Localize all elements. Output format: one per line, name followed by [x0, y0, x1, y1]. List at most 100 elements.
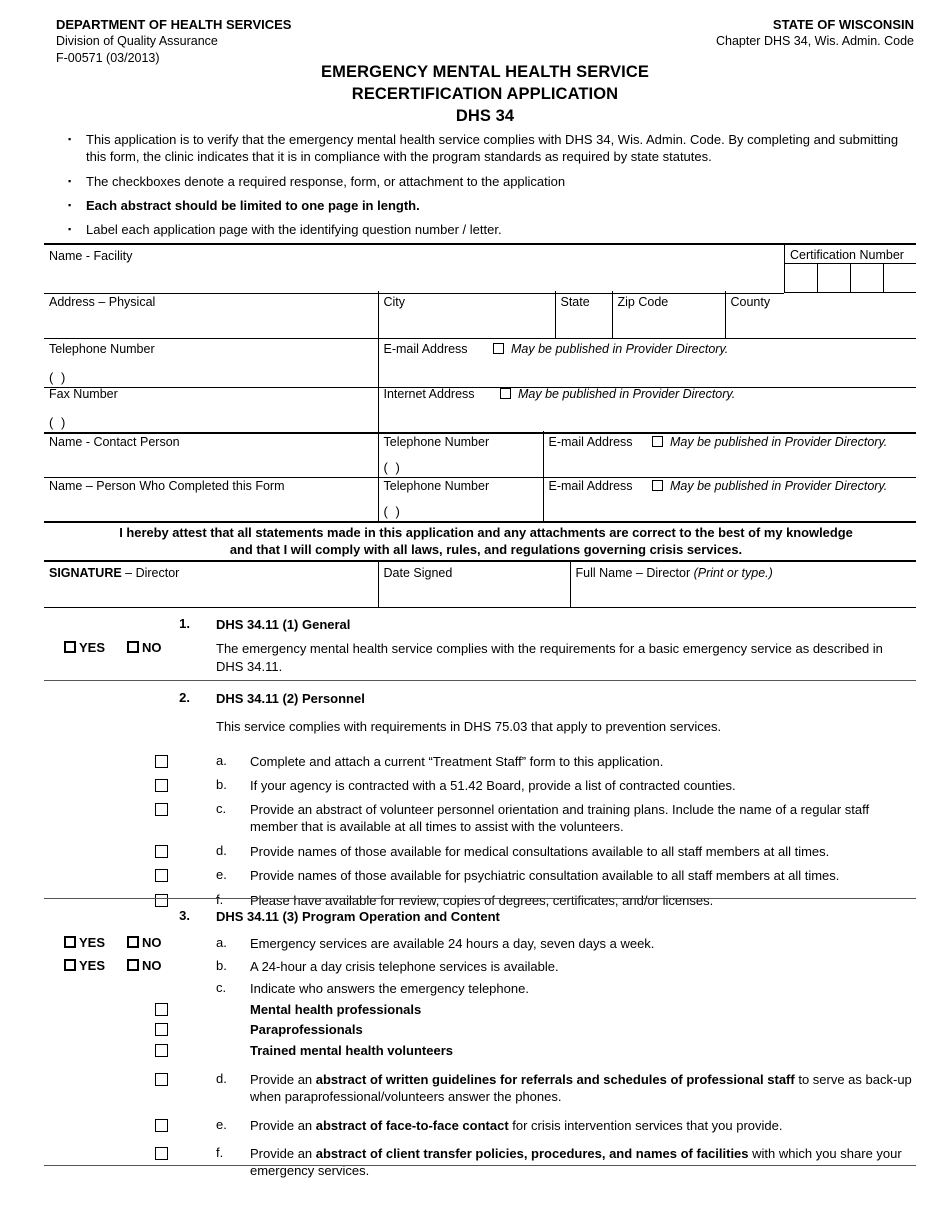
table-row: Certification Number [784, 245, 916, 265]
section-2-item-e: e. Provide names of those available for … [44, 867, 916, 884]
item-b-letter: b. [216, 776, 227, 792]
item-c-letter: c. [216, 979, 227, 995]
contact-person-table: Name - Contact Person Telephone Number (… [44, 431, 916, 478]
trained-volunteers-checkbox[interactable] [155, 1043, 168, 1057]
cell-completed-email[interactable]: E-mail Address May be published in Provi… [542, 475, 916, 523]
item-e-letter: e. [216, 1116, 227, 1132]
title-line-2: RECERTIFICATION APPLICATION [351, 84, 619, 103]
section-1: 1. DHS 34.11 (1) General YES NO The emerg… [44, 616, 916, 675]
table-row: Name - Contact Person Telephone Number (… [44, 431, 916, 478]
section-3: 3. DHS 34.11 (3) Program Operation and C… [44, 908, 916, 1179]
field-label: Telephone Number [383, 479, 490, 493]
section-2-intro-row: This service complies with requirements … [44, 718, 916, 735]
cell-contact-telephone[interactable]: Telephone Number ( ) [377, 431, 543, 478]
no-checkbox[interactable] [127, 958, 140, 971]
cell-address-physical[interactable]: Address – Physical [44, 291, 378, 338]
item-checkbox-cell [44, 843, 216, 860]
item-b-checkbox[interactable] [155, 778, 168, 792]
cert-digit-box-1[interactable] [784, 263, 818, 294]
attestation-statement: I hereby attest that all statements made… [56, 524, 916, 559]
table-row: Name - Facility Certification Number [44, 244, 916, 294]
field-label: Name - Contact Person [49, 435, 180, 449]
cert-digit-box-2[interactable] [816, 263, 851, 294]
section-2-item-d: d. Provide names of those available for … [44, 843, 916, 860]
item-d-checkbox[interactable] [155, 1072, 168, 1086]
section-divider [44, 898, 916, 899]
cell-name-facility[interactable]: Name - Facility [44, 244, 784, 294]
agency-block: DEPARTMENT OF HEALTH SERVICES Division o… [56, 16, 291, 66]
yes-checkbox[interactable] [64, 641, 76, 654]
attestation-line-1: I hereby attest that all statements made… [119, 525, 853, 540]
item-c-text: Provide an abstract of volunteer personn… [250, 802, 870, 835]
list-item: ▪ Each abstract should be limited to one… [56, 197, 918, 214]
item-checkbox-cell [44, 801, 216, 818]
cell-completed-telephone[interactable]: Telephone Number ( ) [377, 475, 543, 523]
item-a-checkbox[interactable] [155, 754, 168, 768]
cell-full-name-director[interactable]: Full Name – Director (Print or type.) [569, 561, 916, 607]
cell-signature-director[interactable]: SIGNATURE – Director [44, 561, 378, 607]
table-row: Telephone Number ( ) E-mail Address May … [44, 338, 916, 388]
item-f-letter: f. [216, 1144, 224, 1160]
yes-label: YES [79, 935, 106, 951]
mental-health-professionals-label: Mental health professionals [250, 1002, 422, 1018]
cell-city[interactable]: City [377, 291, 555, 338]
item-f-checkbox[interactable] [155, 894, 168, 908]
publish-internet-checkbox[interactable] [499, 388, 511, 399]
item-d-checkbox[interactable] [155, 844, 168, 858]
department-name: DEPARTMENT OF HEALTH SERVICES [56, 17, 292, 32]
list-item: ▪ This application is to verify that the… [56, 131, 918, 166]
item-e-checkbox[interactable] [155, 1118, 168, 1132]
item-checkbox-cell [44, 867, 216, 884]
attestation-line-2: and that I will comply with all laws, ru… [229, 542, 743, 558]
section-3-item-f: f. Provide an abstract of client transfe… [44, 1145, 916, 1180]
no-label: NO [142, 957, 162, 973]
cell-internet-address[interactable]: Internet Address May be published in Pro… [377, 383, 916, 434]
cell-email-address[interactable]: E-mail Address May be published in Provi… [377, 338, 916, 388]
yes-label: YES [79, 957, 106, 973]
document-header: DEPARTMENT OF HEALTH SERVICES Division o… [56, 16, 914, 66]
publish-completed-email-checkbox[interactable] [651, 480, 663, 491]
cell-fax-number[interactable]: Fax Number ( ) [44, 383, 378, 433]
publish-contact-email-checkbox[interactable] [651, 436, 663, 447]
cell-contact-email[interactable]: E-mail Address May be published in Provi… [542, 431, 916, 478]
item-e-letter: e. [216, 866, 227, 882]
yes-checkbox[interactable] [64, 936, 76, 949]
item-a-text: Emergency services are available 24 hour… [250, 936, 655, 952]
cert-digit-box-4[interactable] [882, 263, 916, 294]
cert-digit-box-3[interactable] [849, 263, 884, 294]
item-f-letter: f. [216, 892, 224, 908]
no-checkbox[interactable] [127, 936, 140, 949]
item-f-checkbox[interactable] [155, 1146, 168, 1160]
section-3-title: DHS 34.11 (3) Program Operation and Cont… [216, 909, 500, 924]
section-2-intro: This service complies with requirements … [216, 719, 722, 735]
cell-name-contact-person[interactable]: Name - Contact Person [44, 431, 378, 478]
instruction-text: The checkboxes denote a required respons… [86, 173, 566, 189]
mental-health-professionals-checkbox[interactable] [155, 1003, 168, 1017]
section-3-option-paraprofessionals: Paraprofessionals [44, 1021, 916, 1038]
section-3-option-mental-health-professionals: Mental health professionals [44, 1001, 916, 1018]
no-checkbox[interactable] [127, 641, 140, 654]
bullet-square-icon: ▪ [68, 199, 72, 210]
item-c-checkbox[interactable] [155, 803, 168, 817]
section-2-number: 2. [179, 690, 190, 705]
cell-county[interactable]: County [724, 291, 916, 338]
cell-telephone-number[interactable]: Telephone Number ( ) [44, 338, 378, 388]
publish-email-checkbox[interactable] [492, 343, 504, 354]
cell-zip-code[interactable]: Zip Code [611, 291, 725, 338]
yes-checkbox[interactable] [64, 958, 76, 971]
title-line-1: EMERGENCY MENTAL HEALTH SERVICE [321, 63, 649, 81]
cell-name-person-completed[interactable]: Name – Person Who Completed this Form [44, 475, 378, 522]
instruction-text: Label each application page with the ide… [86, 222, 502, 238]
item-e-text: Provide an abstract of face-to-face cont… [250, 1117, 783, 1133]
item-e-checkbox[interactable] [155, 868, 168, 882]
phone-parentheses: ( ) [383, 504, 402, 520]
title-line-3: DHS 34 [455, 106, 515, 125]
cell-certification-number: Certification Number [784, 244, 916, 294]
cell-state[interactable]: State [554, 291, 612, 338]
item-b-letter: b. [216, 957, 227, 973]
section-2-heading-row: 2. DHS 34.11 (2) Personnel [44, 690, 916, 707]
paraprofessionals-checkbox[interactable] [155, 1023, 168, 1037]
yes-label: YES [79, 640, 106, 656]
cell-date-signed[interactable]: Date Signed [377, 561, 570, 607]
